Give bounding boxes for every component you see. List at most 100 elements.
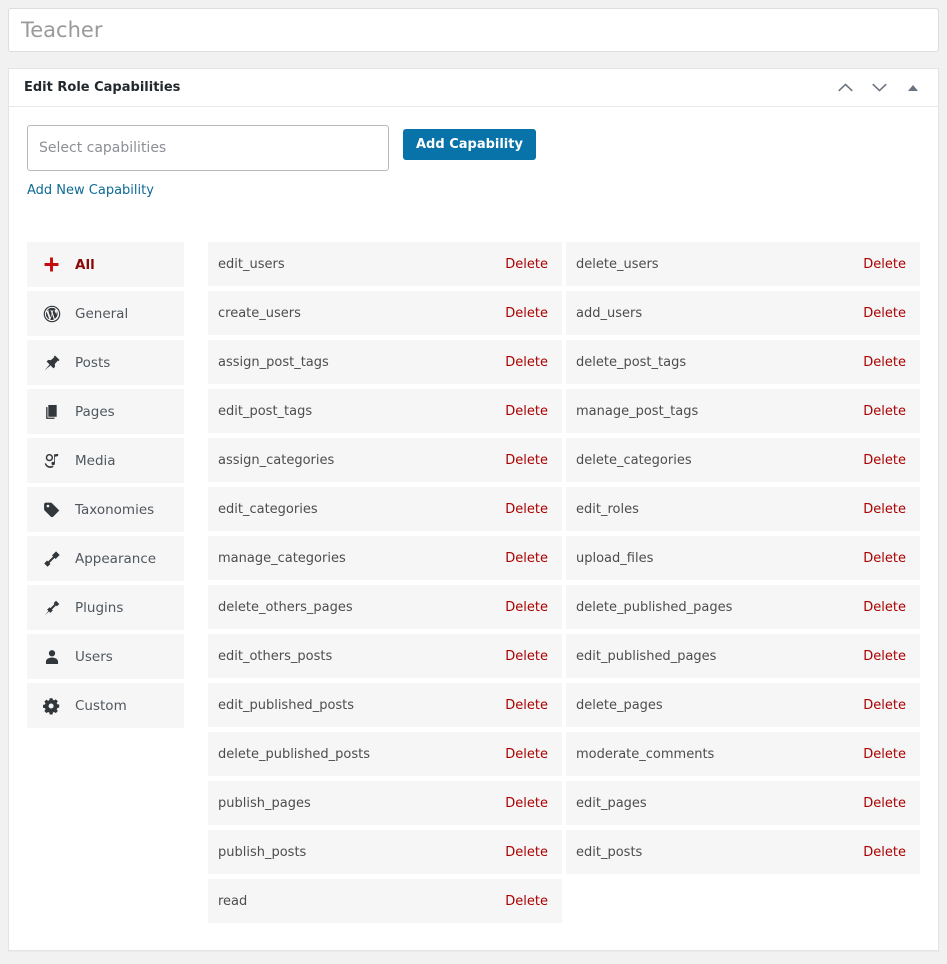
- capability-toolbar: Select capabilities Add Capability: [27, 125, 920, 171]
- nav-item-label: Pages: [75, 403, 115, 420]
- wordpress-icon: [43, 305, 69, 323]
- select-capabilities-input[interactable]: Select capabilities: [27, 125, 389, 171]
- plug-icon: [43, 599, 69, 617]
- capability-row: manage_post_tags Delete: [566, 389, 920, 433]
- add-capability-button[interactable]: Add Capability: [403, 129, 536, 160]
- capability-name: edit_categories: [218, 501, 318, 517]
- delete-capability-link[interactable]: Delete: [863, 845, 910, 860]
- delete-capability-link[interactable]: Delete: [505, 649, 552, 664]
- delete-capability-link[interactable]: Delete: [863, 257, 910, 272]
- capability-name: assign_categories: [218, 452, 335, 468]
- capability-name: moderate_comments: [576, 746, 715, 762]
- capability-row: delete_post_tags Delete: [566, 340, 920, 384]
- capability-name: assign_post_tags: [218, 354, 329, 370]
- nav-item-label: Plugins: [75, 599, 124, 616]
- delete-capability-link[interactable]: Delete: [505, 404, 552, 419]
- capability-row: read Delete: [208, 879, 562, 923]
- role-title-input[interactable]: [8, 8, 939, 52]
- capability-name: edit_post_tags: [218, 403, 313, 419]
- toggle-panel-icon[interactable]: [900, 75, 926, 101]
- delete-capability-link[interactable]: Delete: [505, 698, 552, 713]
- nav-item-label: Posts: [75, 354, 111, 371]
- capability-name: edit_pages: [576, 795, 647, 811]
- nav-item-users[interactable]: Users: [27, 634, 184, 679]
- nav-item-general[interactable]: General: [27, 291, 184, 336]
- nav-item-custom[interactable]: Custom: [27, 683, 184, 728]
- nav-item-taxonomies[interactable]: Taxonomies: [27, 487, 184, 532]
- delete-capability-link[interactable]: Delete: [863, 796, 910, 811]
- nav-item-media[interactable]: Media: [27, 438, 184, 483]
- delete-capability-link[interactable]: Delete: [863, 306, 910, 321]
- capability-name: edit_users: [218, 256, 285, 272]
- delete-capability-link[interactable]: Delete: [505, 894, 552, 909]
- delete-capability-link[interactable]: Delete: [863, 551, 910, 566]
- tag-icon: [43, 501, 69, 519]
- capability-name: edit_roles: [576, 501, 639, 517]
- nav-item-posts[interactable]: Posts: [27, 340, 184, 385]
- move-down-icon[interactable]: [866, 75, 892, 101]
- delete-capability-link[interactable]: Delete: [505, 551, 552, 566]
- nav-item-all[interactable]: All: [27, 242, 184, 287]
- select-capabilities-placeholder: Select capabilities: [39, 140, 167, 156]
- delete-capability-link[interactable]: Delete: [863, 404, 910, 419]
- capability-name: upload_files: [576, 550, 654, 566]
- role-title-container: [0, 0, 947, 52]
- add-new-capability-link[interactable]: Add New Capability: [27, 183, 154, 198]
- capability-row: edit_published_pages Delete: [566, 634, 920, 678]
- delete-capability-link[interactable]: Delete: [863, 747, 910, 762]
- capability-column-right: delete_users Delete add_users Delete delete_…: [566, 242, 920, 928]
- capability-row: delete_published_pages Delete: [566, 585, 920, 629]
- capability-name: delete_others_pages: [218, 599, 353, 615]
- capability-name: manage_categories: [218, 550, 346, 566]
- capability-name: edit_posts: [576, 844, 643, 860]
- capability-row: manage_categories Delete: [208, 536, 562, 580]
- delete-capability-link[interactable]: Delete: [505, 453, 552, 468]
- nav-item-label: Appearance: [75, 550, 157, 567]
- capability-row: edit_pages Delete: [566, 781, 920, 825]
- delete-capability-link[interactable]: Delete: [505, 306, 552, 321]
- capability-row: delete_published_posts Delete: [208, 732, 562, 776]
- delete-capability-link[interactable]: Delete: [505, 747, 552, 762]
- capability-name: publish_posts: [218, 844, 307, 860]
- nav-item-label: Media: [75, 452, 116, 469]
- delete-capability-link[interactable]: Delete: [863, 600, 910, 615]
- capability-lists: edit_users Delete create_users Delete assign…: [184, 242, 920, 928]
- edit-role-capabilities-panel: Edit Role Capabilities Select capabiliti…: [8, 68, 939, 951]
- nav-item-plugins[interactable]: Plugins: [27, 585, 184, 630]
- move-up-icon[interactable]: [832, 75, 858, 101]
- capabilities-content: All General Posts Pages Media Taxonomies Appea…: [27, 242, 920, 928]
- nav-item-label: All: [75, 256, 95, 273]
- capability-name: add_users: [576, 305, 643, 321]
- capability-row: edit_users Delete: [208, 242, 562, 286]
- delete-capability-link[interactable]: Delete: [863, 649, 910, 664]
- delete-capability-link[interactable]: Delete: [505, 355, 552, 370]
- delete-capability-link[interactable]: Delete: [863, 453, 910, 468]
- capability-row: add_users Delete: [566, 291, 920, 335]
- nav-item-appearance[interactable]: Appearance: [27, 536, 184, 581]
- delete-capability-link[interactable]: Delete: [505, 796, 552, 811]
- panel-controls: [832, 75, 926, 101]
- plus-icon: [43, 256, 69, 273]
- pages-icon: [43, 403, 69, 421]
- nav-item-pages[interactable]: Pages: [27, 389, 184, 434]
- capability-row: create_users Delete: [208, 291, 562, 335]
- nav-item-label: Taxonomies: [75, 501, 155, 518]
- capability-row: delete_users Delete: [566, 242, 920, 286]
- delete-capability-link[interactable]: Delete: [505, 502, 552, 517]
- capability-name: delete_published_posts: [218, 746, 371, 762]
- capability-row: assign_post_tags Delete: [208, 340, 562, 384]
- capability-name: publish_pages: [218, 795, 311, 811]
- capability-name: delete_users: [576, 256, 659, 272]
- capability-row: publish_posts Delete: [208, 830, 562, 874]
- delete-capability-link[interactable]: Delete: [863, 698, 910, 713]
- delete-capability-link[interactable]: Delete: [505, 600, 552, 615]
- delete-capability-link[interactable]: Delete: [863, 502, 910, 517]
- delete-capability-link[interactable]: Delete: [863, 355, 910, 370]
- capability-row: edit_post_tags Delete: [208, 389, 562, 433]
- capability-name: edit_published_pages: [576, 648, 717, 664]
- panel-title: Edit Role Capabilities: [24, 80, 181, 95]
- capability-row: moderate_comments Delete: [566, 732, 920, 776]
- app-root: Edit Role Capabilities Select capabiliti…: [0, 0, 947, 964]
- delete-capability-link[interactable]: Delete: [505, 257, 552, 272]
- delete-capability-link[interactable]: Delete: [505, 845, 552, 860]
